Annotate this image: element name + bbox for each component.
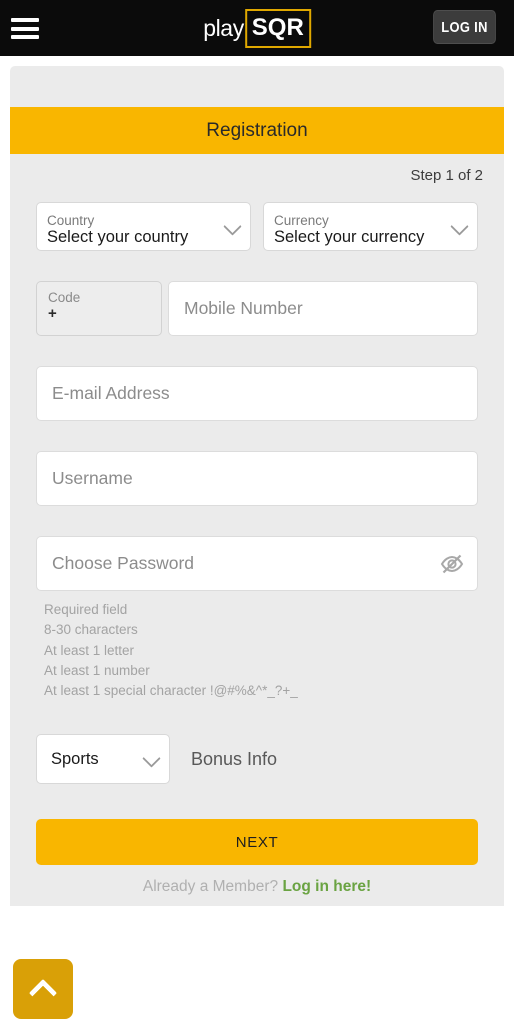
chevron-down-icon [142,749,161,769]
bonus-row: Sports Bonus Info [36,734,478,785]
card-top-spacer [10,66,504,107]
hamburger-bar [11,26,39,31]
already-member-text: Already a Member? [142,878,279,896]
password-input[interactable]: Choose Password [36,536,478,591]
site-logo[interactable]: play SQR [203,8,311,48]
login-here-link[interactable]: Log in here! [282,878,371,895]
password-rule: At least 1 letter [44,642,135,658]
registration-title-bar: Registration [10,107,504,154]
country-select[interactable]: Country Select your country [36,202,251,251]
chevron-down-icon [450,216,469,236]
country-currency-row: Country Select your country Currency Sel… [36,202,478,251]
phone-row: Code + Mobile Number [36,281,478,336]
top-header-bar: play SQR LOG IN [0,0,514,56]
code-value: + [48,305,57,322]
eye-slash-icon[interactable] [440,553,464,575]
password-rule: Required field [44,602,128,617]
country-value: Select your country [47,227,189,246]
email-input[interactable]: E-mail Address [36,366,478,421]
currency-value: Select your currency [274,227,425,246]
chevron-down-icon [223,216,242,236]
login-button[interactable]: LOG IN [433,10,496,44]
currency-select[interactable]: Currency Select your currency [263,202,478,251]
registration-card: Registration Step 1 of 2 Country Select … [10,66,504,907]
mobile-number-input[interactable]: Mobile Number [168,281,478,336]
hamburger-menu-icon[interactable] [11,18,39,39]
country-label: Country [47,212,95,228]
password-rule: At least 1 number [44,662,150,678]
next-button[interactable]: NEXT [36,819,478,866]
step-indicator: Step 1 of 2 [410,167,483,184]
password-rule: 8-30 characters [44,622,138,638]
logo-text-sqr: SQR [244,8,311,48]
field-gap [251,202,263,251]
hamburger-bar [11,18,39,22]
registration-form: Country Select your country Currency Sel… [10,202,504,896]
password-row: Choose Password [36,536,478,591]
chevron-up-icon [28,978,58,1007]
bonus-selected-value: Sports [51,749,99,768]
country-code-field[interactable]: Code + [36,281,162,336]
already-member-line: Already a Member? Log in here! [36,878,478,896]
currency-label: Currency [274,212,329,228]
password-requirements-list: Required field 8-30 characters At least … [36,600,478,701]
username-input[interactable]: Username [36,451,478,506]
code-label: Code [48,290,81,305]
email-row: E-mail Address [36,366,478,421]
scroll-to-top-button[interactable] [13,959,73,1019]
bonus-type-select[interactable]: Sports [36,734,170,785]
username-row: Username [36,451,478,506]
hamburger-bar [11,35,39,39]
bonus-info-label[interactable]: Bonus Info [191,749,277,770]
password-rule: At least 1 special character !@#%&^*_?+_ [44,683,298,699]
logo-text-play: play [203,14,244,41]
